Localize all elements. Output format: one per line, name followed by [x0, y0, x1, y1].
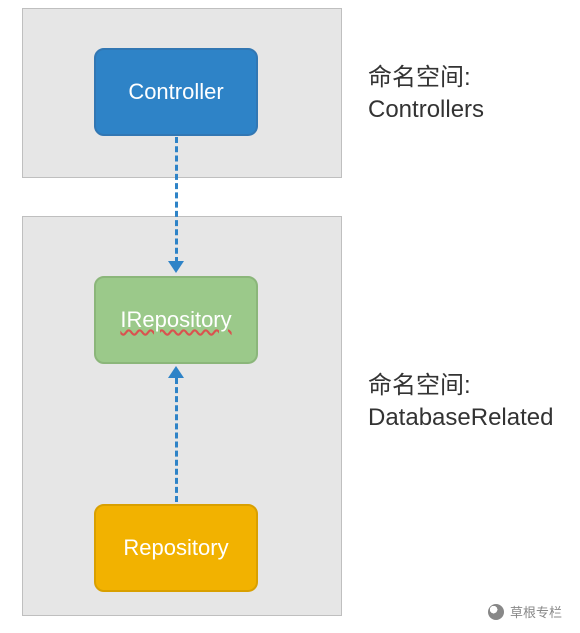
edge-controller-to-irepository	[175, 137, 178, 263]
namespace-label-name: Controllers	[368, 96, 484, 123]
wechat-icon	[488, 604, 504, 620]
namespace-label-prefix: 命名空间:	[368, 372, 471, 399]
watermark: 草根专栏	[488, 602, 562, 621]
node-irepository: IRepository	[94, 276, 258, 364]
arrow-head-up-icon	[168, 366, 184, 378]
watermark-text: 草根专栏	[510, 602, 562, 621]
node-label: Repository	[123, 535, 228, 561]
node-label: IRepository	[120, 307, 231, 333]
arrow-head-down-icon	[168, 261, 184, 273]
namespace-label-controllers: 命名空间: Controllers	[368, 62, 484, 127]
namespace-label-prefix: 命名空间:	[368, 64, 471, 91]
node-repository: Repository	[94, 504, 258, 592]
node-label: Controller	[128, 79, 223, 105]
namespace-label-name: DatabaseRelated	[368, 404, 553, 431]
namespace-label-databaserelated: 命名空间: DatabaseRelated	[368, 370, 553, 435]
edge-repository-to-irepository	[175, 378, 178, 502]
node-controller: Controller	[94, 48, 258, 136]
